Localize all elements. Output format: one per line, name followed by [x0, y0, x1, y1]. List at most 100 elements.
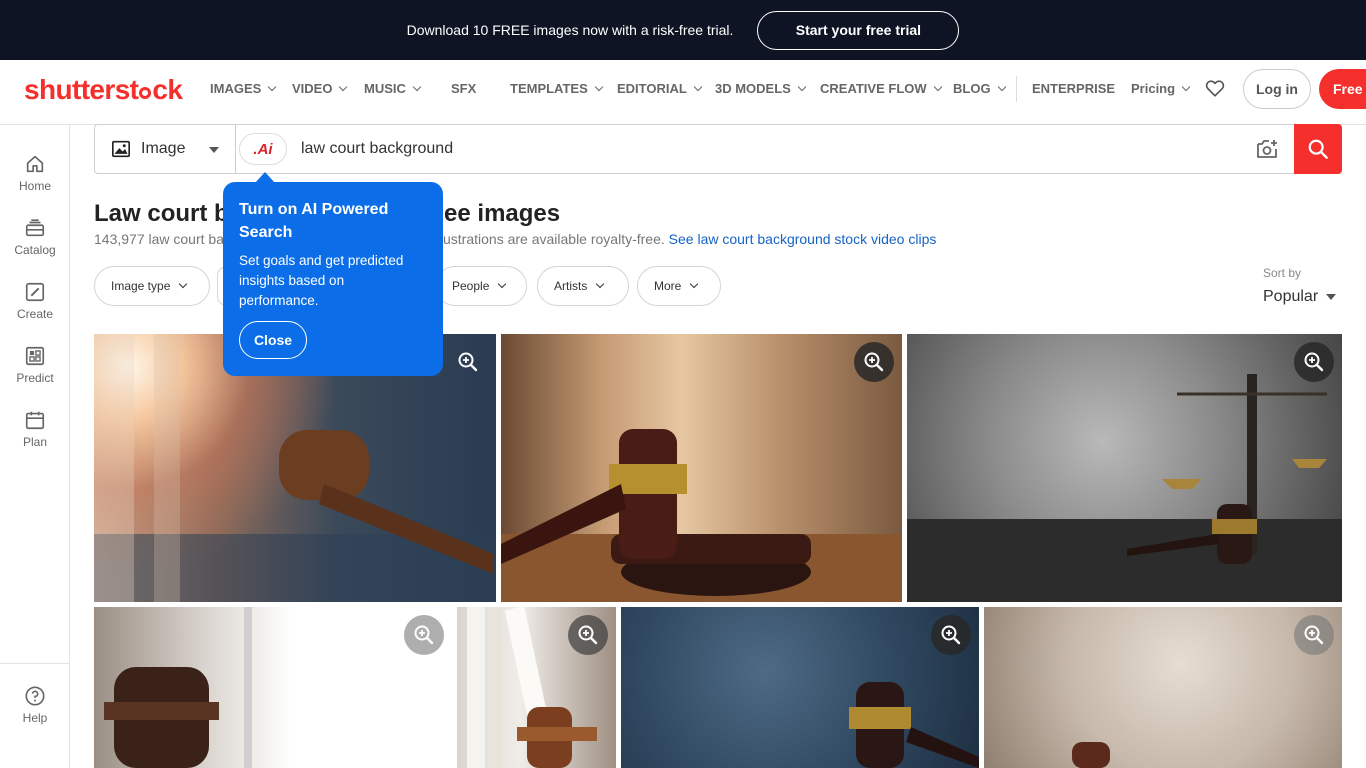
- image-result[interactable]: [457, 607, 616, 768]
- caret-down-icon: [1326, 294, 1337, 300]
- rail-create-label: Create: [16, 307, 54, 321]
- nav-images[interactable]: IMAGES: [210, 81, 277, 96]
- promo-text: Download 10 FREE images now with a risk-…: [406, 22, 734, 38]
- caret-down-icon: [209, 147, 219, 153]
- gavel-photo: [501, 429, 902, 602]
- search-bar: Image .Ai: [94, 124, 1342, 174]
- result-count-left: 143,977 law court ba: [94, 231, 224, 247]
- zoom-icon: [578, 625, 598, 645]
- video-clips-link[interactable]: See law court background stock video cli…: [669, 231, 937, 247]
- ai-search-toggle[interactable]: .Ai: [239, 133, 287, 165]
- nav-3d-models[interactable]: 3D MODELS: [715, 81, 807, 96]
- nav-editorial[interactable]: EDITORIAL: [617, 81, 703, 96]
- filter-image-type[interactable]: Image type: [94, 266, 210, 306]
- zoom-button[interactable]: [568, 615, 608, 655]
- zoom-button[interactable]: [448, 342, 488, 382]
- nav-pricing[interactable]: Pricing: [1131, 81, 1191, 96]
- chevron-down-icon: [179, 279, 188, 289]
- zoom-button[interactable]: [404, 615, 444, 655]
- logo-text-part1: shutterst: [24, 74, 139, 105]
- chevron-down-icon: [498, 279, 507, 289]
- shutterstock-logo[interactable]: shutterst ck: [24, 74, 183, 106]
- catalog-icon: [25, 219, 45, 237]
- nav-templates[interactable]: TEMPLATES: [510, 81, 604, 96]
- image-result[interactable]: [621, 607, 979, 768]
- sort-select[interactable]: Popular: [1263, 288, 1337, 306]
- rail-divider: [0, 663, 69, 664]
- rail-create[interactable]: Create: [0, 281, 70, 321]
- ai-search-tooltip: Turn on AI Powered Search Set goals and …: [223, 182, 443, 376]
- chevron-down-icon: [596, 279, 605, 289]
- left-rail: Home Catalog Create Predict Plan Help: [0, 125, 70, 768]
- nav-music[interactable]: MUSIC: [364, 81, 422, 96]
- chevron-down-icon: [997, 82, 1006, 91]
- filter-people[interactable]: People: [435, 266, 527, 306]
- page-title-right: ee images: [444, 200, 561, 227]
- zoom-button[interactable]: [931, 615, 971, 655]
- chevron-down-icon: [693, 82, 703, 91]
- zoom-button[interactable]: [854, 342, 894, 382]
- zoom-icon: [414, 625, 434, 645]
- gavel-photo: [1072, 742, 1110, 768]
- login-button[interactable]: Log in: [1243, 69, 1311, 109]
- tooltip-body: Set goals and get predicted insights bas…: [239, 253, 404, 308]
- camera-search-icon[interactable]: [1255, 138, 1279, 160]
- zoom-icon: [1304, 352, 1324, 372]
- zoom-icon: [864, 352, 884, 372]
- result-count-right: d illustrations are available royalty-fr…: [421, 231, 665, 247]
- search-button[interactable]: [1294, 124, 1342, 174]
- nav-divider: [1016, 76, 1017, 102]
- nav-sfx[interactable]: SFX: [451, 81, 476, 96]
- rail-plan[interactable]: Plan: [0, 409, 70, 449]
- start-free-trial-button[interactable]: Start your free trial: [757, 10, 960, 50]
- heart-icon[interactable]: [1204, 77, 1226, 99]
- asset-type-select[interactable]: Image: [95, 125, 236, 173]
- create-icon: [25, 282, 45, 302]
- result-summary: 143,977 law court ba d illustrations are …: [94, 231, 936, 247]
- rail-home-label: Home: [18, 179, 51, 193]
- predict-icon: [25, 346, 45, 366]
- gavel-photo: [104, 607, 252, 768]
- logo-o-icon: [139, 87, 152, 99]
- chevron-down-icon: [339, 82, 348, 91]
- page-title-left: Law court ba: [94, 200, 243, 227]
- chevron-down-icon: [933, 82, 942, 91]
- nav-enterprise[interactable]: ENTERPRISE: [1032, 81, 1115, 96]
- image-result[interactable]: [501, 334, 902, 602]
- rail-catalog[interactable]: Catalog: [0, 217, 70, 257]
- calendar-icon: [25, 411, 45, 430]
- rail-home[interactable]: Home: [0, 153, 70, 193]
- zoom-button[interactable]: [1294, 615, 1334, 655]
- nav-creative-flow[interactable]: CREATIVE FLOW: [820, 81, 942, 96]
- zoom-button[interactable]: [1294, 342, 1334, 382]
- filter-more[interactable]: More: [637, 266, 721, 306]
- logo-text-part2: ck: [152, 74, 183, 105]
- rail-help[interactable]: Help: [0, 685, 70, 725]
- image-result[interactable]: [94, 607, 452, 768]
- chevron-down-icon: [268, 82, 277, 91]
- scales-and-gavel-photo: [907, 374, 1342, 602]
- promo-banner: Download 10 FREE images now with a risk-…: [0, 0, 1366, 60]
- filter-artists[interactable]: Artists: [537, 266, 629, 306]
- image-result[interactable]: [984, 607, 1342, 768]
- zoom-icon: [941, 625, 961, 645]
- image-result[interactable]: [907, 334, 1342, 602]
- nav-blog[interactable]: BLOG: [953, 81, 1006, 96]
- tooltip-title: Turn on AI Powered Search: [239, 201, 389, 241]
- rail-predict[interactable]: Predict: [0, 345, 70, 385]
- rail-plan-label: Plan: [22, 435, 48, 449]
- asset-type-label: Image: [141, 140, 186, 157]
- zoom-icon: [458, 352, 478, 372]
- image-icon: [112, 140, 130, 158]
- sort-by-label: Sort by: [1263, 266, 1302, 280]
- chevron-down-icon: [797, 82, 807, 91]
- ai-icon: .Ai: [253, 140, 273, 158]
- rail-catalog-label: Catalog: [14, 243, 56, 257]
- sort-value: Popular: [1263, 288, 1319, 305]
- free-trial-button[interactable]: Free t: [1319, 69, 1366, 109]
- zoom-icon: [1304, 625, 1324, 645]
- nav-video[interactable]: VIDEO: [292, 81, 348, 96]
- search-input[interactable]: [301, 137, 1221, 161]
- tooltip-close-button[interactable]: Close: [239, 321, 307, 359]
- chevron-down-icon: [690, 279, 699, 289]
